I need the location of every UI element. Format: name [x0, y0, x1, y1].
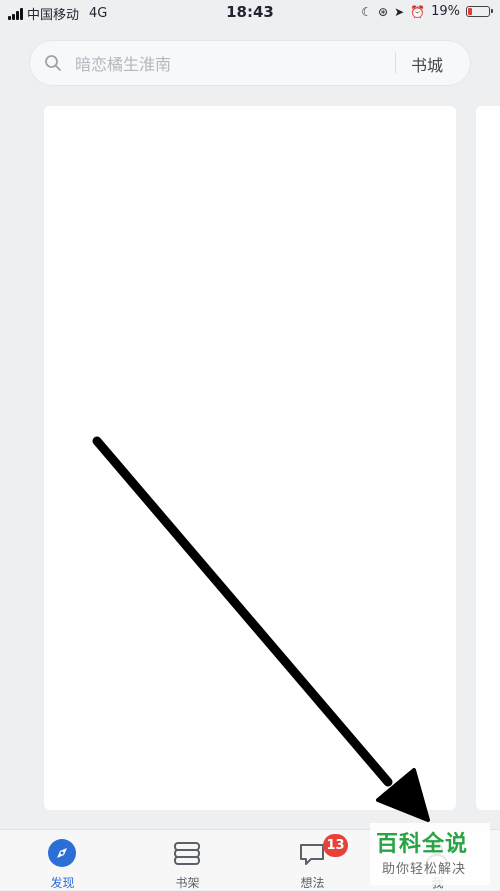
bookshelf-icon [174, 842, 200, 865]
nav-label-discover: 发现 [50, 876, 75, 890]
next-card-peek[interactable] [476, 106, 500, 810]
watermark: 百科全说 助你轻松解决 [370, 823, 490, 885]
battery-icon [466, 6, 493, 17]
notification-badge: 13 [323, 834, 348, 857]
search-input[interactable] [73, 49, 377, 79]
nav-item-discover[interactable]: 发现 [0, 830, 125, 890]
alarm-icon: ⏰ [410, 4, 426, 19]
rotation-lock-icon: ⊛ [378, 4, 389, 19]
compass-icon [48, 839, 76, 867]
search-divider [395, 52, 396, 74]
recommendation-card[interactable] [44, 106, 456, 810]
battery-percent: 19% [431, 4, 460, 19]
watermark-title: 百科全说 [376, 832, 469, 857]
moon-icon: ☾ [361, 4, 373, 19]
status-bar: 中国移动 4G 18:43 ☾ ⊛ ➤ ⏰ 19% [0, 0, 500, 24]
nav-item-bookshelf[interactable]: 书架 [125, 830, 250, 890]
nav-label-bookshelf: 书架 [175, 876, 200, 890]
search-bar[interactable]: 书城 [29, 40, 471, 86]
watermark-subtitle: 助你轻松解决 [382, 862, 467, 877]
nav-item-thoughts[interactable]: 13 想法 [250, 830, 375, 890]
location-icon: ➤ [394, 4, 405, 19]
nav-label-thoughts: 想法 [300, 876, 325, 890]
status-right: ☾ ⊛ ➤ ⏰ 19% [361, 4, 493, 19]
bookstore-button[interactable]: 书城 [411, 52, 443, 76]
search-icon [45, 55, 61, 71]
